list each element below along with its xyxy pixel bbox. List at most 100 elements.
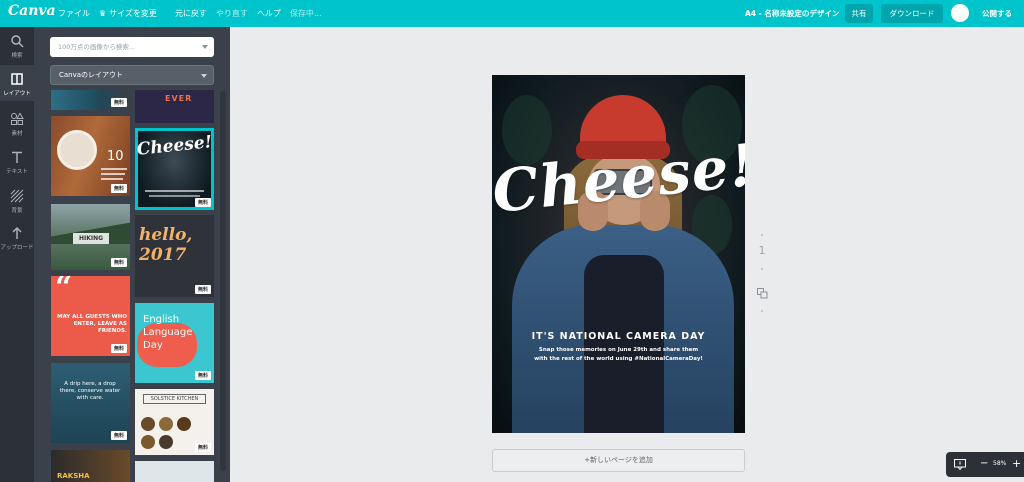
body-text-line[interactable]: with the rest of the world using #Nation… <box>492 356 745 362</box>
page-number: 1 <box>758 244 766 257</box>
zoom-level[interactable]: 58% <box>993 460 1006 467</box>
share-button[interactable]: 共有 <box>845 4 873 23</box>
thumb-title: RAKSHA <box>57 472 90 480</box>
layout-thumbnail[interactable]: A drip here, a drop there, conserve wate… <box>51 363 130 443</box>
free-badge: 無料 <box>110 184 127 193</box>
search-icon <box>11 35 24 48</box>
layout-thumbnail-selected[interactable]: Cheese! 無料 <box>135 128 214 210</box>
layout-thumbnail[interactable]: SOLSTICE KITCHEN 無料 <box>135 389 214 455</box>
layout-icon <box>11 73 23 85</box>
main-menu: ファイル ♛ サイズを変更 元に戻す やり直す ヘルプ 保存中... <box>58 0 331 27</box>
panel-scrollbar[interactable] <box>220 91 226 471</box>
rail-item-layout[interactable]: レイアウト <box>0 65 34 101</box>
photo-shirt <box>584 255 664 433</box>
subtitle-text[interactable]: IT'S NATIONAL CAMERA DAY <box>492 331 745 342</box>
rail-item-upload[interactable]: アップロード <box>0 219 34 255</box>
layout-source-select[interactable]: Canvaのレイアウト <box>50 65 214 85</box>
chevron-down-icon[interactable] <box>202 45 208 49</box>
thumb-number: 10 <box>107 149 124 164</box>
file-menu[interactable]: ファイル <box>58 8 90 19</box>
layout-thumbnail[interactable]: hello, 2017 無料 <box>135 215 214 297</box>
zoom-bar: − 58% + <box>946 452 1024 477</box>
free-badge: 無料 <box>110 258 127 267</box>
download-button[interactable]: ダウンロード <box>881 4 943 23</box>
image-search-input[interactable]: 100万点の画像から検索... <box>50 37 214 57</box>
tool-dot <box>761 310 763 312</box>
layout-thumbnail[interactable]: EVER <box>135 90 214 123</box>
layout-thumbnail[interactable]: 無料 <box>51 90 130 110</box>
avatar[interactable] <box>951 4 969 22</box>
rail-label: レイアウト <box>3 91 31 97</box>
crown-icon: ♛ <box>99 9 107 18</box>
rail-item-text[interactable]: テキスト <box>0 143 34 179</box>
tool-dot <box>761 268 763 270</box>
free-badge: 無料 <box>194 443 211 452</box>
rail-item-elements[interactable]: 素材 <box>0 105 34 141</box>
food-image <box>141 417 155 431</box>
undo-button[interactable]: 元に戻す <box>175 8 207 19</box>
saving-status: 保存中... <box>289 9 322 18</box>
canva-logo[interactable]: Canva <box>8 3 56 19</box>
thumb-quote: MAY ALL GUESTS WHO ENTER, LEAVE AS FRIEN… <box>57 314 127 334</box>
bowl-image <box>57 130 97 170</box>
background-icon <box>10 189 24 203</box>
rail-item-background[interactable]: 背景 <box>0 182 34 218</box>
layout-thumbnail[interactable]: HIKING 無料 <box>51 204 130 270</box>
free-badge: 無料 <box>194 198 211 207</box>
feedback-icon[interactable] <box>954 459 966 470</box>
food-image <box>159 417 173 431</box>
layout-thumbnail[interactable]: English Language Day 無料 <box>135 303 214 383</box>
food-image <box>177 417 191 431</box>
body-text-line[interactable]: Snap those memories on June 29th and sha… <box>492 347 745 353</box>
free-badge: 無料 <box>110 98 127 107</box>
thumb-quote: A drip here, a drop there, conserve wate… <box>59 381 121 401</box>
top-bar: Canva ファイル ♛ サイズを変更 元に戻す やり直す ヘルプ 保存中... … <box>0 0 1024 27</box>
layout-thumbnail[interactable]: “ MAY ALL GUESTS WHO ENTER, LEAVE AS FRI… <box>51 276 130 356</box>
design-page[interactable]: Cheese! IT'S NATIONAL CAMERA DAY Snap th… <box>492 75 745 433</box>
resize-label: サイズを変更 <box>109 9 157 18</box>
text-icon <box>12 151 22 163</box>
document-title[interactable]: A4 - 名称未設定のデザイン <box>745 8 839 19</box>
layouts-panel: 100万点の画像から検索... Canvaのレイアウト 無料 10 無料 HIK… <box>34 27 230 482</box>
thumb-title: English Language Day <box>143 314 193 351</box>
thumb-title: EVER <box>165 94 193 103</box>
rail-label: 素材 <box>11 131 23 137</box>
layout-thumbnail[interactable]: RAKSHA <box>51 450 130 482</box>
upload-icon <box>12 226 22 239</box>
free-badge: 無料 <box>194 285 211 294</box>
publish-button[interactable]: 公開する <box>982 8 1012 19</box>
search-placeholder: 100万点の画像から検索... <box>58 43 136 51</box>
text-line <box>101 168 127 170</box>
food-image <box>159 435 173 449</box>
text-line <box>149 195 200 197</box>
rail-label: 検索 <box>11 53 23 59</box>
elements-icon <box>11 112 24 125</box>
text-line <box>101 178 123 180</box>
select-value: Canvaのレイアウト <box>59 71 124 79</box>
rail-label: 背景 <box>11 208 23 214</box>
help-menu[interactable]: ヘルプ <box>257 8 281 19</box>
thumb-title: SOLSTICE KITCHEN <box>143 394 206 404</box>
chevron-down-icon <box>201 74 207 78</box>
text-line <box>101 173 125 175</box>
resize-button[interactable]: ♛ サイズを変更 <box>99 8 166 19</box>
tool-dot <box>761 234 763 236</box>
quote-mark-icon: “ <box>55 276 73 305</box>
duplicate-page-icon[interactable] <box>757 288 768 299</box>
zoom-out-button[interactable]: − <box>980 458 988 469</box>
page-tools: 1 <box>754 234 770 312</box>
add-page-button[interactable]: +新しいページを追加 <box>492 449 745 472</box>
layout-thumbnail[interactable] <box>135 461 214 482</box>
rail-label: テキスト <box>6 169 28 175</box>
free-badge: 無料 <box>194 371 211 380</box>
thumb-title: HIKING <box>73 233 109 244</box>
rail-item-search[interactable]: 検索 <box>0 27 34 63</box>
redo-button[interactable]: やり直す <box>216 8 248 19</box>
zoom-in-button[interactable]: + <box>1012 457 1021 470</box>
food-image <box>141 435 155 449</box>
rail-label: アップロード <box>0 245 34 251</box>
left-rail: 検索 レイアウト 素材 テキスト 背景 アップロード <box>0 27 34 482</box>
text-line <box>145 190 204 192</box>
thumb-title: hello, 2017 <box>139 225 193 265</box>
layout-thumbnail[interactable]: 10 無料 <box>51 116 130 196</box>
